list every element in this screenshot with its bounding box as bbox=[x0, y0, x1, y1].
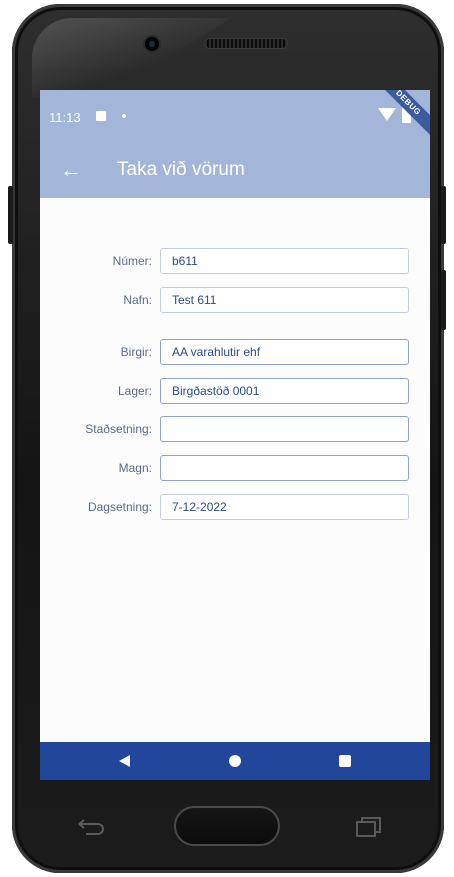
stadsetning-field[interactable] bbox=[160, 416, 409, 442]
notification-icon bbox=[96, 111, 106, 121]
circle-home-icon[interactable] bbox=[229, 755, 241, 767]
hardware-recents-icon[interactable] bbox=[355, 817, 383, 837]
earpiece-speaker bbox=[205, 39, 287, 48]
field-label: Nafn: bbox=[123, 293, 152, 307]
form-content: Númer: b611 Nafn: Test 611 Birgir: AA va… bbox=[40, 198, 430, 742]
form-row-stadsetning: Staðsetning: bbox=[40, 416, 430, 442]
field-label: Númer: bbox=[112, 254, 152, 268]
field-label: Staðsetning: bbox=[85, 422, 152, 436]
side-button-right-upper[interactable] bbox=[441, 186, 446, 244]
wifi-icon bbox=[378, 108, 396, 121]
notification-dot-icon bbox=[122, 114, 126, 118]
dagsetning-field[interactable]: 7-12-2022 bbox=[160, 494, 409, 520]
field-label: Magn: bbox=[118, 461, 152, 475]
app-bar: ← Taka við vörum bbox=[40, 142, 430, 198]
form-row-dagsetning: Dagsetning: 7-12-2022 bbox=[40, 494, 430, 520]
field-label: Lager: bbox=[117, 384, 152, 398]
birgir-field[interactable]: AA varahlutir ehf bbox=[160, 339, 409, 365]
lager-field[interactable]: Birgðastöð 0001 bbox=[160, 378, 409, 404]
hardware-back-icon[interactable] bbox=[76, 819, 106, 835]
nafn-field[interactable]: Test 611 bbox=[160, 287, 409, 313]
numer-field[interactable]: b611 bbox=[160, 248, 409, 274]
side-button-right-lower[interactable] bbox=[441, 270, 446, 330]
form-row-numer: Númer: b611 bbox=[40, 248, 430, 274]
triangle-back-icon[interactable] bbox=[119, 755, 130, 767]
device-screen: 11:13 DEBUG ← Taka við vörum Númer: b611… bbox=[40, 90, 430, 780]
form-row-nafn: Nafn: Test 611 bbox=[40, 287, 430, 313]
square-recents-icon[interactable] bbox=[339, 755, 351, 767]
status-bar: 11:13 DEBUG bbox=[40, 90, 430, 142]
field-label: Birgir: bbox=[120, 345, 152, 359]
field-label: Dagsetning: bbox=[87, 500, 152, 514]
front-camera bbox=[145, 37, 159, 51]
status-time: 11:13 bbox=[49, 110, 81, 125]
page-title: Taka við vörum bbox=[117, 159, 245, 180]
magn-field[interactable] bbox=[160, 455, 409, 481]
arrow-left-icon[interactable]: ← bbox=[60, 155, 82, 185]
side-button-left[interactable] bbox=[8, 186, 13, 244]
form-row-magn: Magn: bbox=[40, 455, 430, 481]
system-nav-bar bbox=[40, 742, 430, 780]
form-row-lager: Lager: Birgðastöð 0001 bbox=[40, 378, 430, 404]
form-row-birgir: Birgir: AA varahlutir ehf bbox=[40, 339, 430, 365]
hardware-home-button[interactable] bbox=[174, 806, 280, 846]
